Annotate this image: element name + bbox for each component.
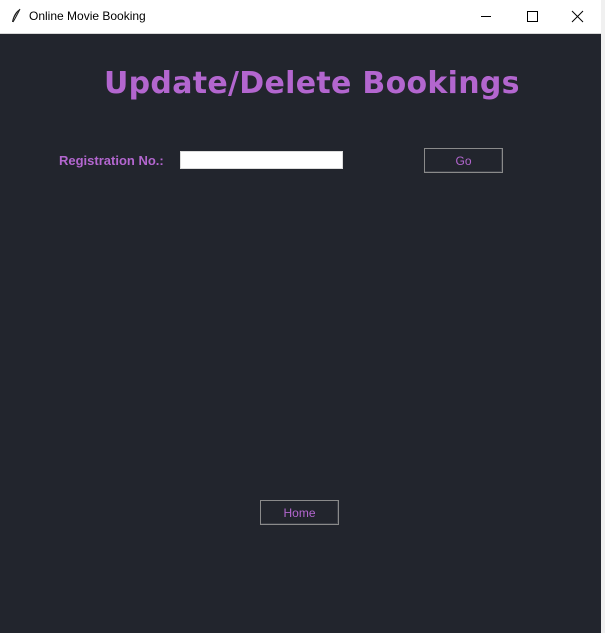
registration-label: Registration No.: [59,153,164,168]
go-button[interactable]: Go [424,148,503,173]
minimize-icon [481,16,491,17]
page-title: Update/Delete Bookings [104,66,520,101]
close-button[interactable] [555,0,601,33]
feather-icon [9,8,23,24]
home-button[interactable]: Home [260,500,339,525]
registration-input[interactable] [180,151,343,169]
maximize-icon [527,11,538,22]
minimize-button[interactable] [463,0,509,33]
title-bar[interactable]: Online Movie Booking [0,0,601,34]
main-content: Update/Delete Bookings Registration No.:… [0,34,601,633]
app-window: Online Movie Booking Update/Delete Booki… [0,0,605,633]
window-edge [601,0,605,633]
window-title: Online Movie Booking [29,9,146,23]
maximize-button[interactable] [509,0,555,33]
close-icon [571,10,584,23]
